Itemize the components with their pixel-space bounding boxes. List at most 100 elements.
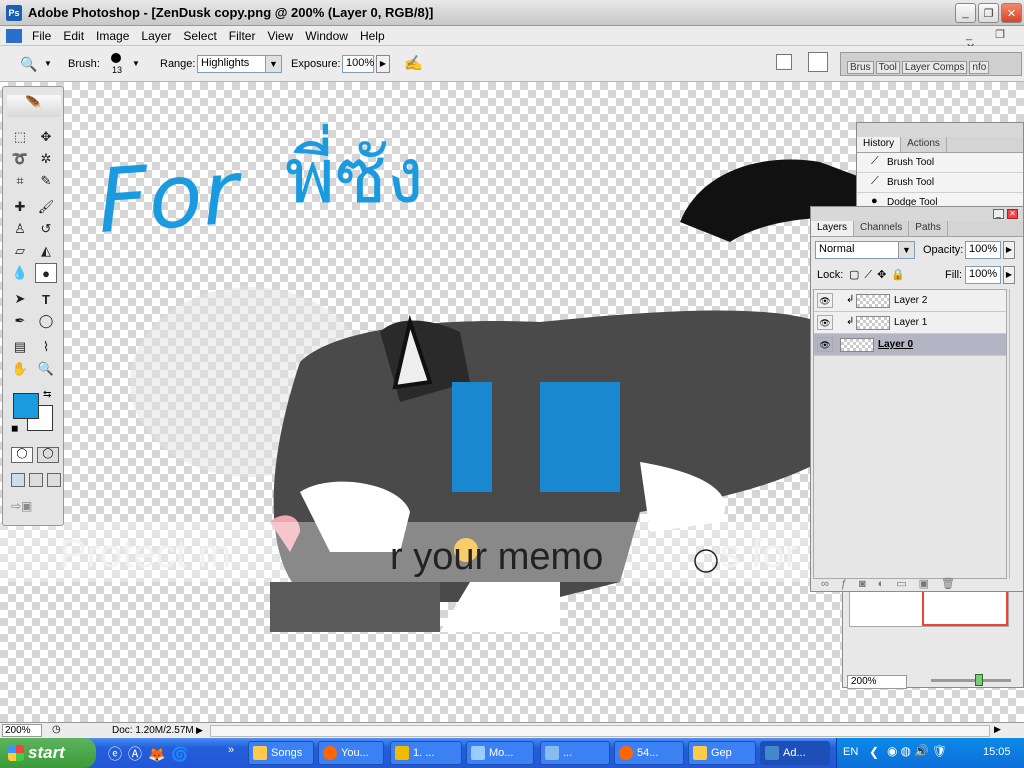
tab-history[interactable]: History: [857, 137, 902, 152]
path-selection-tool-icon[interactable]: ➤: [9, 289, 31, 309]
layer-actions-toolbar[interactable]: ∞ƒ◙◐▭▣🗑: [821, 577, 967, 590]
tray-icons[interactable]: ◉◍🔊🛡: [887, 744, 950, 758]
lasso-tool-icon[interactable]: ➰: [9, 149, 31, 169]
clone-stamp-tool-icon[interactable]: ♙: [9, 219, 31, 239]
eye-icon[interactable]: 👁: [817, 293, 833, 308]
minimize-button[interactable]: _: [955, 3, 976, 23]
screen-mode-standard-icon[interactable]: [11, 473, 25, 487]
ellipse-tool-icon[interactable]: ◯: [35, 311, 57, 331]
pen-tool-icon[interactable]: ✒: [9, 311, 31, 331]
close-icon[interactable]: ✕: [1007, 209, 1018, 219]
palette-well-tab-brushes[interactable]: Brus: [847, 61, 874, 74]
crop-tool-icon[interactable]: ⌗: [9, 171, 31, 191]
minimize-icon[interactable]: _: [993, 209, 1004, 219]
standard-mode-icon[interactable]: ◯: [11, 447, 33, 463]
menu-filter[interactable]: Filter: [223, 29, 262, 43]
task-photoshop[interactable]: Ad...: [760, 741, 830, 765]
brush-picker-chevron-icon[interactable]: ▼: [132, 59, 140, 68]
layers-scrollbar[interactable]: [1009, 289, 1021, 579]
restore-button[interactable]: ❐: [978, 3, 999, 23]
horizontal-scrollbar[interactable]: [210, 725, 990, 737]
eraser-tool-icon[interactable]: ▱: [9, 241, 31, 261]
palette-toggle-icon[interactable]: [808, 52, 828, 72]
tray-expand-icon[interactable]: ❮: [869, 745, 879, 759]
close-button[interactable]: ✕: [1001, 3, 1022, 23]
notes-tool-icon[interactable]: ▤: [9, 337, 31, 357]
exposure-slider-arrow-icon[interactable]: ▶: [376, 55, 390, 73]
history-item[interactable]: ⟋ Brush Tool: [857, 153, 1023, 173]
layer-row[interactable]: 👁 ↲ Layer 1: [814, 312, 1006, 334]
exposure-input[interactable]: 100%: [342, 55, 374, 73]
jump-to-imageready-icon[interactable]: ⇨▣: [11, 499, 59, 517]
navigator-zoom-thumb[interactable]: [975, 674, 983, 686]
palette-well-tab-info[interactable]: nfo: [969, 61, 990, 74]
zoom-tool-icon[interactable]: 🔍: [35, 359, 57, 379]
menu-image[interactable]: Image: [90, 29, 135, 43]
palette-well-tab-tool-presets[interactable]: Tool: [875, 61, 900, 74]
layer-row[interactable]: 👁 ↲ Layer 2: [814, 290, 1006, 312]
dodge-tool-icon[interactable]: ●: [35, 263, 57, 283]
hand-tool-icon[interactable]: ✋: [9, 359, 31, 379]
zoom-field[interactable]: 200%: [2, 724, 42, 737]
scroll-right-icon[interactable]: ▶: [994, 724, 1001, 735]
range-select[interactable]: Highlights ▼: [197, 55, 282, 73]
quick-mask-mode-icon[interactable]: ◯: [37, 447, 59, 463]
swap-colors-icon[interactable]: ⇆: [43, 389, 51, 400]
history-item[interactable]: ⟋ Brush Tool: [857, 173, 1023, 193]
fill-input[interactable]: 100%: [965, 266, 1001, 284]
screen-mode-full-icon[interactable]: [47, 473, 61, 487]
navigator-zoom-slider[interactable]: [931, 679, 1011, 682]
menu-window[interactable]: Window: [299, 29, 354, 43]
dodge-tool-preset-icon[interactable]: 🔍: [20, 56, 37, 73]
task-4[interactable]: Mo...: [466, 741, 534, 765]
foreground-color-swatch[interactable]: [13, 393, 39, 419]
menu-layer[interactable]: Layer: [135, 29, 177, 43]
menu-help[interactable]: Help: [354, 29, 391, 43]
tab-channels[interactable]: Channels: [854, 221, 910, 236]
tab-paths[interactable]: Paths: [909, 221, 948, 236]
opacity-input[interactable]: 100%: [965, 241, 1001, 259]
eyedropper-tool-icon[interactable]: ⌇: [35, 337, 57, 357]
quick-launch-chevron-icon[interactable]: »: [228, 744, 234, 756]
slice-tool-icon[interactable]: ✎: [35, 171, 57, 191]
language-indicator[interactable]: EN: [843, 746, 858, 758]
history-brush-tool-icon[interactable]: ↺: [35, 219, 57, 239]
blur-tool-icon[interactable]: 💧: [9, 263, 31, 283]
tab-actions[interactable]: Actions: [901, 137, 947, 152]
default-colors-icon[interactable]: ◼: [11, 423, 18, 434]
paint-bucket-tool-icon[interactable]: ◭: [35, 241, 57, 261]
adobe-feather-icon[interactable]: 🪶: [7, 95, 61, 117]
palette-well-tab-layer-comps[interactable]: Layer Comps: [901, 61, 968, 74]
marquee-tool-icon[interactable]: ⬚: [9, 127, 31, 147]
task-5[interactable]: ...: [540, 741, 610, 765]
file-browser-icon[interactable]: [776, 54, 792, 70]
menu-edit[interactable]: Edit: [57, 29, 90, 43]
chevron-down-icon[interactable]: ▼: [44, 59, 52, 68]
move-tool-icon[interactable]: ✥: [35, 127, 57, 147]
opacity-slider-arrow-icon[interactable]: ▶: [1003, 241, 1015, 259]
layer-row-selected[interactable]: 👁 Layer 0: [814, 334, 1006, 356]
task-firefox-1[interactable]: You...: [318, 741, 384, 765]
tab-layers[interactable]: Layers: [811, 221, 855, 236]
task-3[interactable]: 1. ...: [390, 741, 462, 765]
menu-file[interactable]: File: [26, 29, 57, 43]
menu-select[interactable]: Select: [177, 29, 222, 43]
healing-brush-tool-icon[interactable]: ✚: [9, 197, 31, 217]
start-button[interactable]: start: [0, 738, 96, 768]
navigator-zoom-input[interactable]: 200%: [847, 675, 907, 689]
fill-slider-arrow-icon[interactable]: ▶: [1003, 266, 1015, 284]
status-info-icon[interactable]: ◷: [52, 724, 61, 735]
blend-mode-select[interactable]: Normal ▼: [815, 241, 915, 259]
brush-tool-icon[interactable]: 🖌: [35, 197, 57, 217]
magic-wand-tool-icon[interactable]: ✲: [35, 149, 57, 169]
task-firefox-2[interactable]: 54...: [614, 741, 684, 765]
screen-mode-full-menu-icon[interactable]: [29, 473, 43, 487]
quick-launch[interactable]: ⓔⒶ🦊🌀: [108, 744, 195, 764]
lock-icons[interactable]: ▢⟋✥🔒: [849, 268, 910, 282]
menu-view[interactable]: View: [261, 29, 299, 43]
brush-preview-icon[interactable]: [111, 53, 121, 63]
status-menu-arrow-icon[interactable]: ▶: [196, 725, 203, 736]
airbrush-icon[interactable]: ✍: [404, 54, 423, 72]
eye-icon[interactable]: 👁: [817, 315, 833, 330]
eye-icon[interactable]: 👁: [817, 337, 833, 352]
